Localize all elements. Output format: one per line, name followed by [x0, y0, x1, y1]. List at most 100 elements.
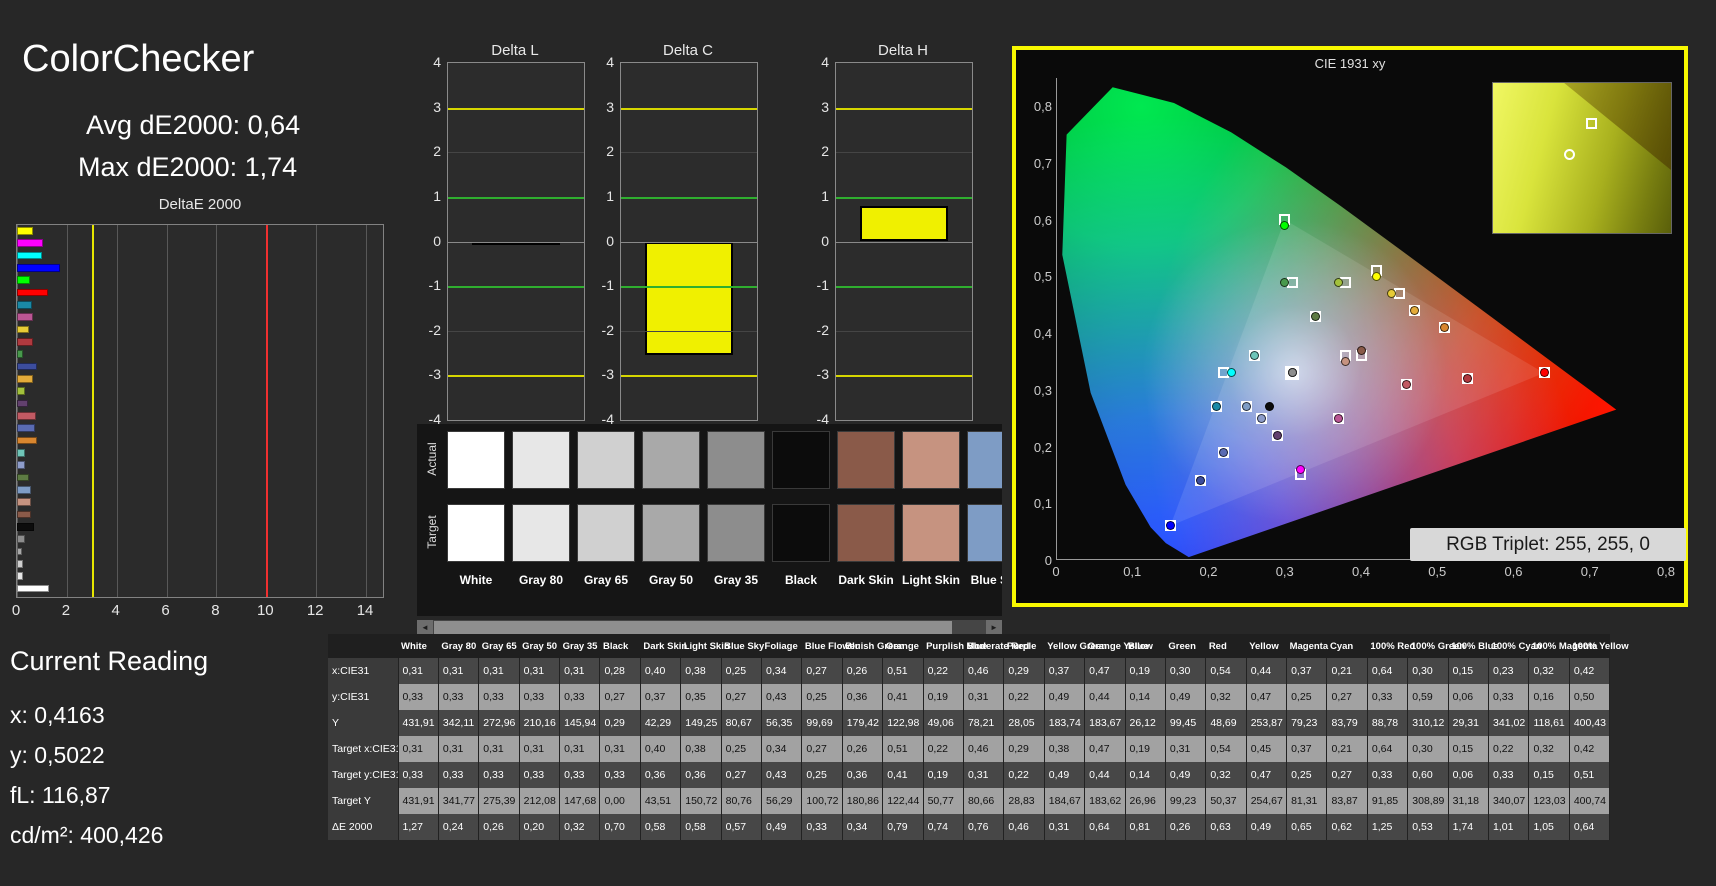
- table-cell: 0,30: [1165, 658, 1207, 684]
- cie-measured-marker: [1341, 357, 1351, 367]
- table-cell: 0,79: [882, 814, 924, 840]
- deltae-bar: [17, 498, 32, 507]
- delta-chart-plot: [620, 62, 758, 421]
- cie-measured-marker: [1211, 402, 1221, 412]
- table-cell: 272,96: [478, 710, 520, 736]
- deltae-bar: [17, 412, 36, 420]
- swatch-target[interactable]: [772, 504, 830, 562]
- table-col-header: 100% Cyan: [1488, 634, 1542, 658]
- cie-measured-marker: [1387, 288, 1396, 298]
- deltae-gridline: [366, 225, 368, 597]
- deltae-bar: [17, 338, 33, 346]
- swatch-actual[interactable]: [837, 431, 895, 489]
- table-col-header: Blue: [1125, 634, 1166, 658]
- table-cell: 80,76: [721, 788, 763, 814]
- table-row: x:CIE31 0,31 0,31 0,31 0,31 0,31 0,28 0,40 0,38 0…: [328, 658, 1611, 684]
- swatch-actual[interactable]: [512, 431, 570, 489]
- table-cell: 0,25: [721, 658, 763, 684]
- scroll-left-button[interactable]: ◄: [417, 620, 433, 635]
- deltae-bar: [17, 375, 33, 383]
- table-cell: 145,94: [559, 710, 601, 736]
- cie-y-tick-label: 0,1: [1033, 496, 1052, 512]
- deltae-bar: [17, 510, 32, 519]
- table-cell: 0,33: [519, 684, 561, 710]
- table-cell: 0,27: [721, 684, 763, 710]
- table-cell: 26,12: [1125, 710, 1166, 736]
- measurement-table-grid: White Gray 80 Gray 65 Gray 50 Gray 35 Black Da…: [328, 634, 1629, 840]
- table-cell: 0,19: [923, 762, 964, 788]
- table-cell: 0,15: [1528, 762, 1570, 788]
- swatch-target[interactable]: [837, 504, 895, 562]
- swatch-actual[interactable]: [902, 431, 960, 489]
- table-cell: 0,33: [599, 762, 641, 788]
- delta-chart-y-tick-label: 0: [606, 232, 614, 249]
- table-cell: 0,43: [761, 684, 803, 710]
- deltae-bar: [17, 473, 30, 482]
- table-col-header: Dark Skin: [640, 634, 687, 658]
- deltae2000-x-axis: 0 2 4 6 8 10 12 14: [12, 602, 382, 622]
- swatch-scrollbar[interactable]: ◄ ►: [417, 620, 1002, 635]
- swatch-actual[interactable]: [707, 431, 765, 489]
- table-cell: 0,24: [438, 814, 480, 840]
- right-arrow-icon: ►: [990, 623, 998, 632]
- deltae-bar: [17, 436, 37, 445]
- swatch-target[interactable]: [967, 504, 1002, 562]
- swatch-name: Blue Sky: [970, 573, 1002, 587]
- table-cell: 0,65: [1286, 814, 1328, 840]
- deltae-x-tick-label: 0: [11, 602, 21, 619]
- deltae-bar: [17, 584, 49, 593]
- deltae-gridline: [66, 225, 68, 597]
- table-cell: 0,27: [599, 684, 641, 710]
- cie-x-tick-label: 0,5: [1428, 564, 1447, 579]
- cie-zoom-inset: [1492, 82, 1672, 234]
- cie-measured-marker: [1371, 271, 1381, 281]
- table-cell: 0,54: [1205, 736, 1247, 762]
- table-cell: 184,67: [1044, 788, 1086, 814]
- swatch-target[interactable]: [447, 504, 505, 562]
- table-cell: 0,25: [721, 736, 763, 762]
- swatch-actual[interactable]: [967, 431, 1002, 489]
- scroll-right-button[interactable]: ►: [986, 620, 1002, 635]
- scrollbar-thumb[interactable]: [434, 621, 952, 634]
- swatch-target[interactable]: [577, 504, 635, 562]
- swatch-actual[interactable]: [772, 431, 830, 489]
- cie-measured-marker: [1265, 402, 1274, 412]
- table-cell: 56,29: [761, 788, 803, 814]
- table-cell: 0,64: [1569, 814, 1611, 840]
- table-cell: 91,85: [1367, 788, 1409, 814]
- table-col-header: Green: [1165, 634, 1206, 658]
- swatch-target[interactable]: [902, 504, 960, 562]
- table-col-header: 100% Red: [1367, 634, 1415, 658]
- table-cell: 0,31: [963, 684, 1005, 710]
- table-cell: 0,14: [1125, 762, 1166, 788]
- table-cell: 0,64: [1367, 658, 1409, 684]
- table-cell: 99,45: [1165, 710, 1207, 736]
- table-cell: 0,27: [1326, 762, 1368, 788]
- table-cell: 0,32: [1205, 684, 1247, 710]
- table-cell: 0,33: [559, 684, 601, 710]
- table-row: ΔE 2000 1,27 0,24 0,26 0,20 0,32 0,70 0,58 0,58 0…: [328, 814, 1611, 840]
- cie-measured-marker: [1333, 277, 1343, 287]
- cie-y-axis: 0,8 0,7 0,6 0,5 0,4 0,3 0,2 0,1 0: [1020, 78, 1052, 578]
- table-cell: 0,32: [1528, 736, 1570, 762]
- deltae2000-chart: DeltaE 2000 0 2 4 6 8 10 12 14: [12, 196, 386, 628]
- cie-measured-marker: [1280, 277, 1290, 287]
- table-cell: 0,26: [478, 814, 520, 840]
- swatch-actual[interactable]: [642, 431, 700, 489]
- swatch-target[interactable]: [512, 504, 570, 562]
- table-cell: 56,35: [761, 710, 803, 736]
- table-cell: 0,64: [1084, 814, 1126, 840]
- table-cell: 0,27: [801, 658, 843, 684]
- swatch-actual[interactable]: [447, 431, 505, 489]
- table-cell: 254,67: [1246, 788, 1288, 814]
- table-row: y:CIE31 0,33 0,33 0,33 0,33 0,33 0,27 0,37 0,35 0…: [328, 684, 1611, 710]
- swatch-panel: Actual Target White Gray 80 Gray 65 Gray 50 Gr…: [417, 424, 1002, 616]
- swatch-actual[interactable]: [577, 431, 635, 489]
- table-cell: 431,91: [398, 788, 439, 814]
- table-col-header: White: [398, 634, 439, 658]
- cie-x-tick-label: 0,6: [1504, 564, 1523, 579]
- table-cell: 80,67: [721, 710, 763, 736]
- swatch-target[interactable]: [707, 504, 765, 562]
- swatch-target[interactable]: [642, 504, 700, 562]
- table-cell: 341,77: [438, 788, 480, 814]
